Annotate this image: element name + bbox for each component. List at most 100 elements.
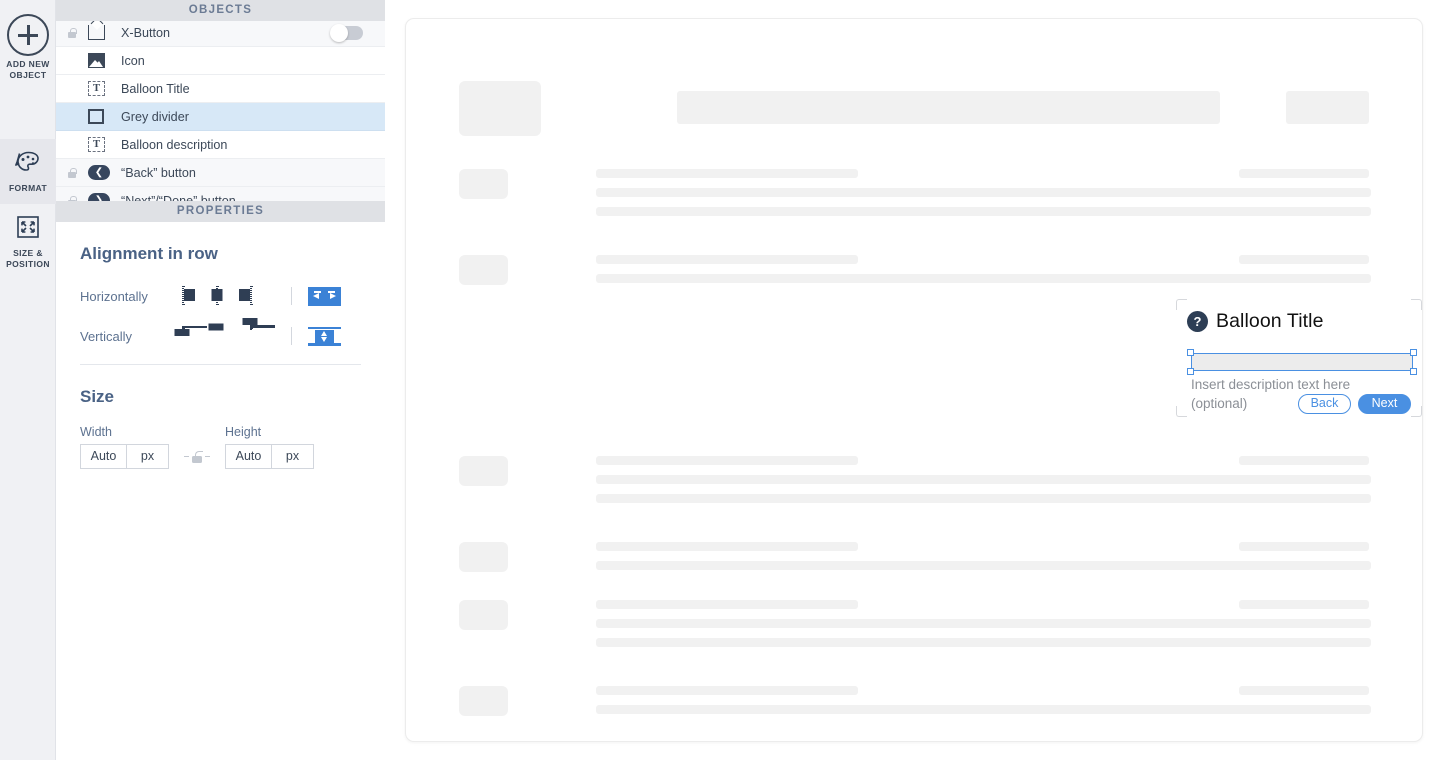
balloon-buttons: Back Next xyxy=(1298,394,1411,414)
skeleton-thumbnail xyxy=(459,600,508,630)
alignment-divider xyxy=(291,287,292,305)
skeleton-text-line xyxy=(596,494,1371,503)
skeleton-tag xyxy=(1239,600,1369,609)
object-row-label: “Back” button xyxy=(121,165,196,180)
stretch-horizontal-button[interactable] xyxy=(308,286,341,306)
skeleton-text-line xyxy=(596,255,858,264)
skeleton-tag xyxy=(1239,456,1369,465)
align-right-button[interactable] xyxy=(239,285,275,306)
objects-list[interactable]: X-Button Icon T Balloon Title Grey divid… xyxy=(56,21,385,201)
resize-handle-bottom-right[interactable] xyxy=(1410,368,1417,375)
x-button-icon xyxy=(88,25,114,40)
object-row-next-done-button[interactable]: ❯ “Next”/“Done” button xyxy=(56,187,385,201)
skeleton-text-line xyxy=(596,619,1371,628)
object-row-icon[interactable]: Icon xyxy=(56,47,385,75)
plus-icon xyxy=(7,14,49,56)
grey-divider-element[interactable] xyxy=(1191,353,1413,371)
vertical-alignment-row: Vertically xyxy=(80,317,361,350)
alignment-section-title: Alignment in row xyxy=(80,244,218,263)
object-row-grey-divider[interactable]: Grey divider xyxy=(56,103,385,131)
balloon-title[interactable]: Balloon Title xyxy=(1216,310,1324,333)
skeleton-text-line xyxy=(596,188,1371,197)
skeleton-text-line xyxy=(596,600,858,609)
skeleton-header-block xyxy=(1286,91,1369,124)
unlocked-padlock-icon xyxy=(192,450,203,463)
skeleton-text-line xyxy=(596,705,1371,714)
canvas-area[interactable]: ? Balloon Title Insert description text … xyxy=(385,0,1440,760)
skeleton-text-line xyxy=(596,207,1371,216)
object-row-label: Balloon Title xyxy=(121,81,190,96)
lock-icon xyxy=(68,27,88,38)
resize-handle-top-right[interactable] xyxy=(1410,349,1417,356)
width-input[interactable]: Auto xyxy=(80,444,127,469)
text-icon: T xyxy=(88,81,114,96)
horizontally-label: Horizontally xyxy=(80,288,148,304)
resize-handle-bottom-left[interactable] xyxy=(1187,368,1194,375)
grey-divider-selection[interactable] xyxy=(1187,349,1417,375)
rectangle-icon xyxy=(88,109,114,124)
align-bottom-button[interactable] xyxy=(242,317,275,346)
height-unit[interactable]: px xyxy=(272,444,314,469)
objects-section-header: OBJECTS xyxy=(56,0,385,21)
resize-handle-top-left[interactable] xyxy=(1187,349,1194,356)
align-middle-button[interactable] xyxy=(208,323,244,346)
skeleton-text-line xyxy=(596,561,1371,570)
skeleton-text-line xyxy=(596,686,858,695)
object-row-balloon-title[interactable]: T Balloon Title xyxy=(56,75,385,103)
chevron-right-pill-icon: ❯ xyxy=(88,193,114,201)
next-button[interactable]: Next xyxy=(1358,394,1411,414)
side-panel: OBJECTS X-Button Icon T Balloon Title Gr… xyxy=(56,0,385,760)
width-label: Width xyxy=(80,425,112,439)
balloon-corner-top-left xyxy=(1176,299,1187,310)
width-unit[interactable]: px xyxy=(127,444,169,469)
skeleton-tag xyxy=(1239,542,1369,551)
rail-item-size-position[interactable]: SIZE & POSITION xyxy=(0,204,56,280)
link-dimensions-lock-button[interactable] xyxy=(169,444,225,469)
chevron-left-pill-icon: ❮ xyxy=(88,165,114,180)
lock-icon xyxy=(68,167,88,178)
skeleton-header-block xyxy=(459,81,541,136)
balloon-editor[interactable]: ? Balloon Title Insert description text … xyxy=(1173,296,1425,420)
skeleton-tag xyxy=(1239,255,1369,264)
text-icon: T xyxy=(88,137,114,152)
object-row-back-button[interactable]: ❮ “Back” button xyxy=(56,159,385,187)
height-input[interactable]: Auto xyxy=(225,444,272,469)
resize-arrows-icon xyxy=(2,214,54,245)
balloon-content: ? Balloon Title Insert description text … xyxy=(1187,310,1417,414)
object-row-label: Balloon description xyxy=(121,137,228,152)
add-new-object-button[interactable]: ADD NEW OBJECT xyxy=(0,0,56,91)
width-field-group: Width Auto px xyxy=(80,425,169,469)
skeleton-text-line xyxy=(596,638,1371,647)
stretch-vertical-button[interactable] xyxy=(308,326,341,346)
properties-divider xyxy=(80,364,361,365)
skeleton-thumbnail xyxy=(459,456,508,486)
height-label: Height xyxy=(225,425,262,439)
align-top-button[interactable] xyxy=(174,325,207,346)
rail-item-format-label: FORMAT xyxy=(8,183,48,193)
back-button[interactable]: Back xyxy=(1298,394,1351,414)
height-field-group: Height Auto px xyxy=(225,425,314,469)
dash-left xyxy=(184,456,189,457)
object-row-label: “Next”/“Done” button xyxy=(121,193,236,202)
balloon-title-row: ? Balloon Title xyxy=(1187,310,1411,333)
alignment-divider xyxy=(291,327,292,345)
x-button-toggle[interactable] xyxy=(330,23,363,42)
vertically-label: Vertically xyxy=(80,328,133,344)
skeleton-thumbnail xyxy=(459,255,508,285)
object-row-x-button[interactable]: X-Button xyxy=(56,21,385,47)
rail-item-format[interactable]: FORMAT xyxy=(0,139,56,204)
balloon-corner-top-right xyxy=(1411,299,1422,310)
object-row-label: Icon xyxy=(121,53,145,68)
balloon-description-line2: (optional) xyxy=(1191,395,1248,411)
align-left-button[interactable] xyxy=(182,285,207,306)
align-center-button[interactable] xyxy=(211,285,241,306)
app-root: ADD NEW OBJECT FORMAT SIZE & POSITION OB… xyxy=(0,0,1440,760)
skeleton-thumbnail xyxy=(459,542,508,572)
skeleton-tag xyxy=(1239,169,1369,178)
skeleton-text-line xyxy=(596,475,1371,484)
object-row-balloon-description[interactable]: T Balloon description xyxy=(56,131,385,159)
rail-item-size-position-label: SIZE & POSITION xyxy=(6,248,50,269)
skeleton-thumbnail xyxy=(459,169,508,199)
question-mark-icon: ? xyxy=(1187,311,1208,332)
add-new-object-label: ADD NEW OBJECT xyxy=(6,59,50,80)
